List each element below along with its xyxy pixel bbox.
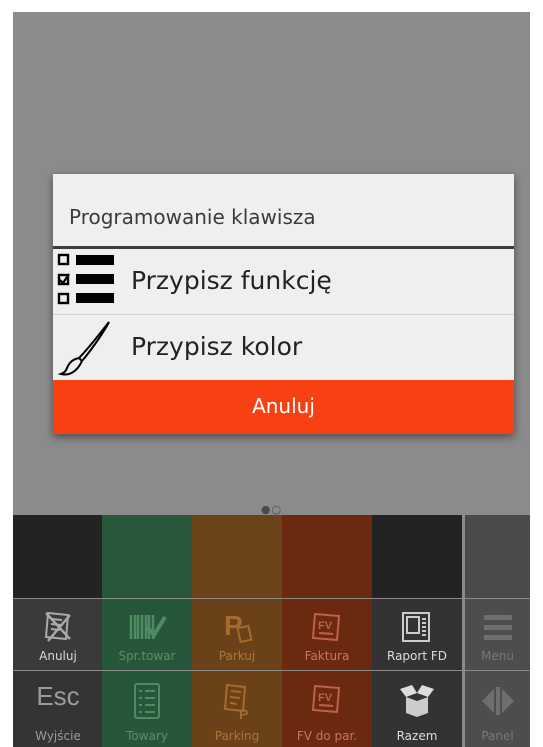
receipt-cancel-icon (44, 611, 71, 642)
esc-key-label: Wyjście (35, 729, 81, 743)
fv-do-par-key-label: FV do par. (296, 729, 358, 743)
cancel-button-label: Anuluj (252, 394, 315, 418)
raport-fd-key[interactable]: Raport FD (372, 599, 462, 670)
fv-do-par-key[interactable]: FV FV do par. (282, 671, 372, 747)
parking-key[interactable]: P Parking (192, 671, 282, 747)
assign-function-option[interactable]: Przypisz funkcję (53, 249, 514, 314)
faktura-key[interactable]: FV Faktura (282, 599, 372, 670)
towary-key[interactable]: Towary (102, 671, 192, 747)
parking-receipts-icon: P (223, 683, 248, 721)
product-list-icon (134, 683, 160, 719)
keypad-key-empty[interactable] (282, 515, 372, 598)
checklist-icon (57, 253, 114, 305)
spr-towar-key-label: Spr.towar (118, 649, 176, 663)
paintbrush-icon (57, 321, 110, 376)
app-screen: Programowanie klawisza Przypisz funkcję … (13, 12, 530, 747)
cancel-button[interactable]: Anuluj (53, 380, 514, 434)
panel-key[interactable]: Panel (465, 671, 530, 747)
keypad-key-empty[interactable] (372, 515, 462, 598)
open-box-icon (400, 685, 434, 717)
menu-key-label: Menu (481, 649, 514, 663)
raport-fd-key-label: Raport FD (387, 649, 447, 663)
parkuj-key-label: Parkuj (218, 649, 256, 663)
keypad-key-empty[interactable] (102, 515, 192, 598)
keypad-key-empty[interactable] (192, 515, 282, 598)
dialog-title: Programowanie klawisza (69, 205, 316, 229)
esc-key-caption: Esc (36, 681, 80, 711)
svg-text:P: P (239, 706, 248, 721)
svg-text:FV: FV (318, 620, 333, 632)
keypad-key-empty[interactable] (13, 515, 103, 598)
hamburger-menu-icon (483, 615, 512, 640)
svg-text:FV: FV (318, 692, 333, 704)
keypad-grid: Anuluj Spr.towar P Parkuj FV Faktura Rap… (13, 515, 530, 747)
invoice-icon: FV (311, 612, 341, 642)
anuluj-key[interactable]: Anuluj (13, 599, 103, 670)
razem-key[interactable]: Razem (372, 671, 462, 747)
assign-color-label: Przypisz kolor (131, 332, 303, 361)
parking-icon: P (224, 610, 253, 644)
panel-switch-icon (481, 687, 514, 715)
panel-key-label: Panel (481, 729, 514, 743)
fiscal-printer-icon (402, 612, 430, 642)
esc-key[interactable]: Esc Wyjście (13, 671, 103, 747)
faktura-key-label: Faktura (304, 649, 350, 663)
spr-towar-key[interactable]: Spr.towar (102, 599, 192, 670)
parkuj-key[interactable]: P Parkuj (192, 599, 282, 670)
anuluj-key-label: Anuluj (39, 649, 77, 663)
invoice-to-receipt-icon: FV (311, 684, 341, 714)
assign-color-option[interactable]: Przypisz kolor (53, 315, 514, 380)
parking-key-label: Parking (214, 729, 260, 743)
barcode-check-icon (129, 615, 167, 639)
towary-key-label: Towary (126, 729, 168, 743)
razem-key-label: Razem (396, 729, 438, 743)
menu-key[interactable]: Menu (465, 599, 530, 670)
keypad-key-empty[interactable] (465, 515, 530, 598)
key-programming-dialog: Programowanie klawisza Przypisz funkcję … (53, 174, 514, 434)
assign-function-label: Przypisz funkcję (131, 266, 332, 295)
